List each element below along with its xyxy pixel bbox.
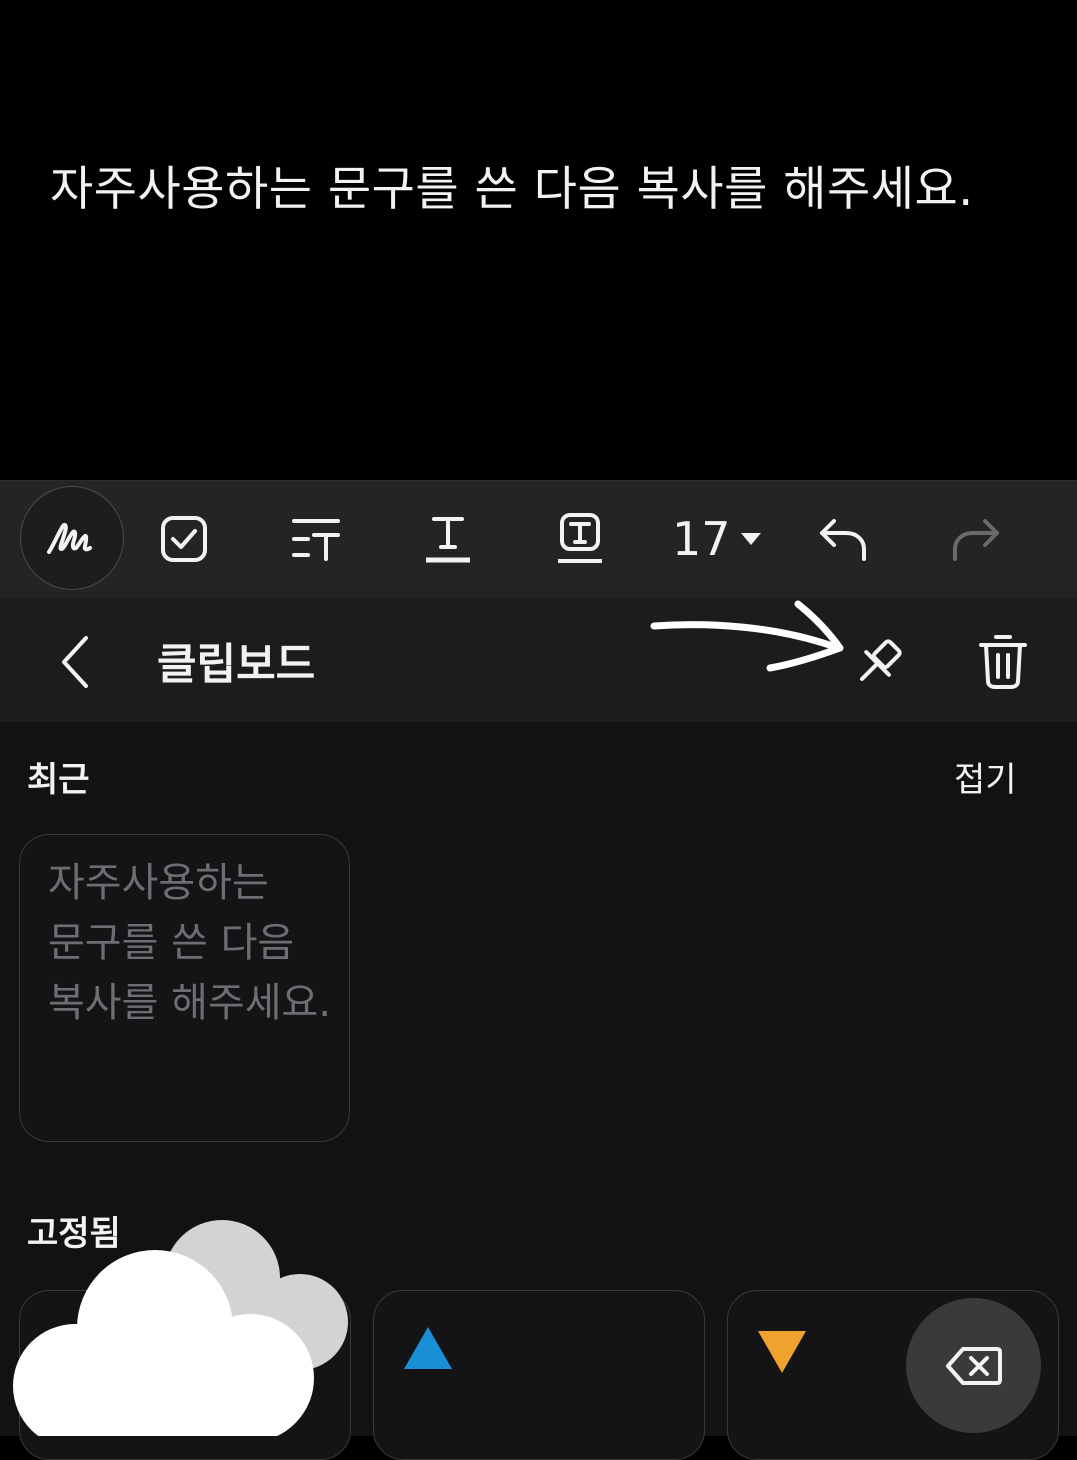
redo-button[interactable] [948,480,1004,598]
caret-down-icon [740,533,761,545]
undo-button[interactable] [815,480,871,598]
fold-button[interactable]: 접기 [954,752,1017,801]
note-text[interactable]: 자주사용하는 문구를 쓴 다음 복사를 해주세요. [50,150,974,219]
pinned-item[interactable] [373,1290,705,1460]
pin-icon [860,639,902,681]
undo-icon [820,519,866,561]
redo-icon [953,519,999,561]
clipboard-item[interactable]: 자주사용하는 문구를 쓴 다음 복사를 해주세요. [19,834,350,1142]
back-button[interactable] [50,630,100,694]
triangle-down-icon [758,1331,806,1373]
checkbox-button[interactable] [150,480,218,598]
delete-button[interactable] [976,630,1030,692]
font-size-value: 17 [672,512,731,566]
text-box-icon [558,513,602,563]
note-editor[interactable]: 자주사용하는 문구를 쓴 다음 복사를 해주세요. [0,0,1077,480]
pin-button[interactable] [850,634,908,690]
checkbox-icon [161,516,207,562]
text-format-button[interactable] [422,480,474,598]
chevron-left-icon [62,636,88,688]
annotation-arrow-icon [650,600,844,672]
text-format-icon [426,517,470,563]
backspace-icon [945,1346,1002,1385]
backspace-button[interactable] [906,1298,1041,1433]
handwriting-button[interactable] [20,486,124,590]
clipboard-item-text: 자주사용하는 문구를 쓴 다음 복사를 해주세요. [48,860,332,1026]
handwriting-icon [47,522,92,554]
text-style-icon [292,519,340,561]
text-box-button[interactable] [555,480,605,598]
cloud-icon [13,1220,348,1436]
font-size-selector[interactable]: 17 [672,480,761,598]
trash-icon [979,635,1027,689]
clipboard-title: 클립보드 [157,640,316,690]
text-style-button[interactable] [287,480,345,598]
recent-section-label: 최근 [27,760,90,800]
triangle-up-icon [404,1327,452,1369]
